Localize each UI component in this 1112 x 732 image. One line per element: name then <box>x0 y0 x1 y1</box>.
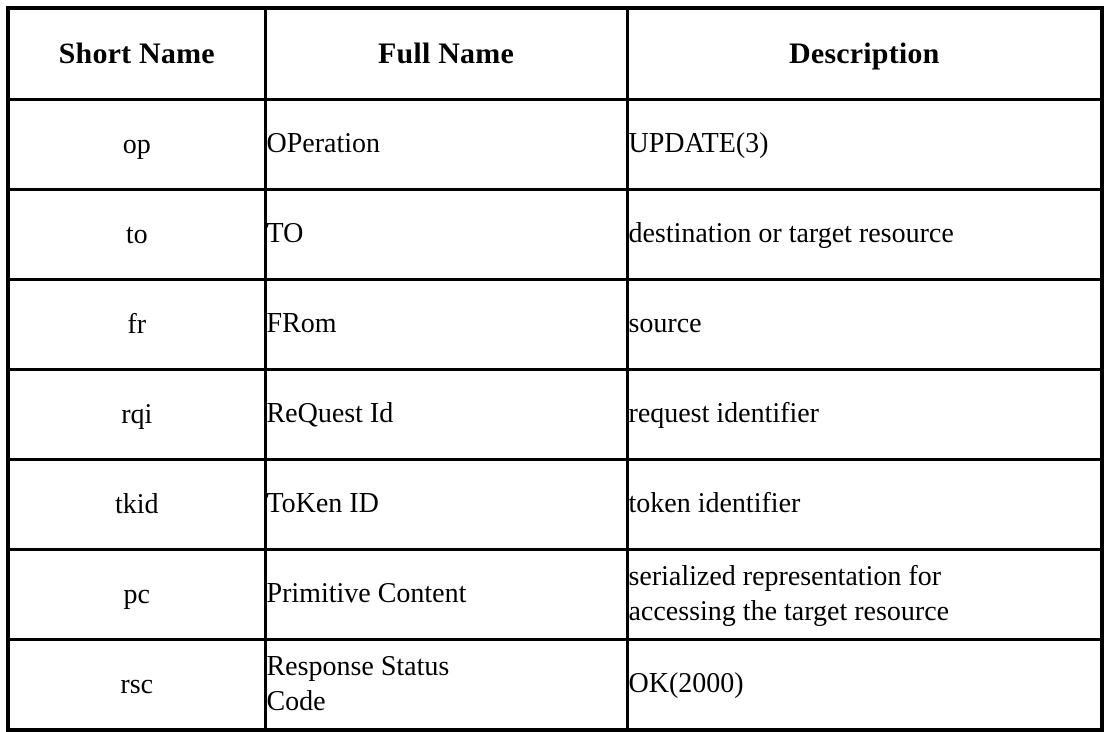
cell-short-name: rqi <box>6 368 267 461</box>
cell-description: request identifier <box>625 368 1104 461</box>
cell-full-name: OPeration <box>263 98 629 191</box>
table-body: op OPeration UPDATE(3) to TO destination… <box>6 98 1104 732</box>
cell-description: OK(2000) <box>625 638 1104 732</box>
cell-full-name: Primitive Content <box>263 548 629 641</box>
table-row: tkid ToKen ID token identifier <box>6 458 1104 551</box>
cell-full-name: FRom <box>263 278 629 371</box>
cell-description: source <box>625 278 1104 371</box>
table-row: to TO destination or target resource <box>6 188 1104 281</box>
parameter-table: Short Name Full Name Description op OPer… <box>6 6 1104 732</box>
cell-short-name: op <box>6 98 267 191</box>
cell-description: destination or target resource <box>625 188 1104 281</box>
cell-short-name: to <box>6 188 267 281</box>
column-header-description: Description <box>625 6 1104 101</box>
cell-full-name: ReQuest Id <box>263 368 629 461</box>
cell-full-name: ToKen ID <box>263 458 629 551</box>
table-header: Short Name Full Name Description <box>6 6 1104 101</box>
column-header-short-name: Short Name <box>6 6 267 101</box>
column-header-full-name: Full Name <box>263 6 629 101</box>
parameter-table-container: Short Name Full Name Description op OPer… <box>6 6 1104 732</box>
cell-short-name: pc <box>6 548 267 641</box>
cell-description: serialized representation for accessing t… <box>625 548 1104 641</box>
table-row: pc Primitive Content serialized represen… <box>6 548 1104 641</box>
table-row: op OPeration UPDATE(3) <box>6 98 1104 191</box>
cell-full-name: TO <box>263 188 629 281</box>
table-row: rqi ReQuest Id request identifier <box>6 368 1104 461</box>
cell-full-name: Response Status Code <box>263 638 629 732</box>
cell-short-name: rsc <box>6 638 267 732</box>
table-row: rsc Response Status Code OK(2000) <box>6 638 1104 732</box>
cell-short-name: fr <box>6 278 267 371</box>
cell-description: UPDATE(3) <box>625 98 1104 191</box>
table-header-row: Short Name Full Name Description <box>6 6 1104 101</box>
cell-description: token identifier <box>625 458 1104 551</box>
table-row: fr FRom source <box>6 278 1104 371</box>
cell-short-name: tkid <box>6 458 267 551</box>
